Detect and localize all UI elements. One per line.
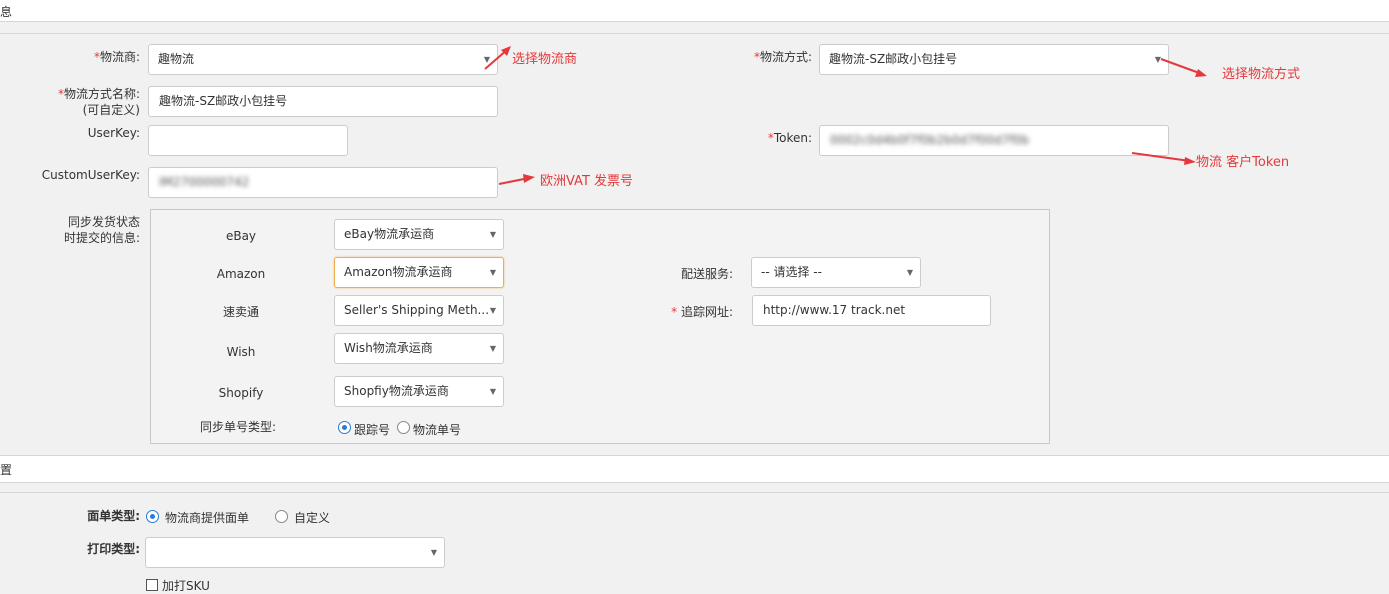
token-input[interactable]: 0002c0d4b0f7f0b2b0d7f00d7f0b <box>819 125 1169 156</box>
print-type-select[interactable]: ▼ <box>145 537 445 568</box>
sync-panel-label: 同步发货状态 时提交的信息: <box>63 215 140 245</box>
chevron-down-icon: ▼ <box>906 268 913 277</box>
chevron-down-icon: ▼ <box>489 344 496 353</box>
annotation-carrier: 选择物流商 <box>512 52 578 67</box>
annotation-method: 选择物流方式 <box>1222 67 1301 82</box>
annotation-arrow <box>498 174 535 185</box>
section-divider <box>0 492 1389 493</box>
custom-userkey-input[interactable]: IM2700000742 <box>148 167 498 198</box>
method-name-input[interactable]: 趣物流-SZ邮政小包挂号 <box>148 86 498 117</box>
radio-logistics-number[interactable] <box>397 421 410 434</box>
radio-tracking-number[interactable] <box>338 421 351 434</box>
label-type-label: 面单类型: <box>87 509 140 523</box>
carrier-label: *物流商: <box>93 50 140 64</box>
method-select[interactable]: 趣物流-SZ邮政小包挂号 ▼ <box>819 44 1169 75</box>
aliexpress-method-select[interactable]: Seller's Shipping Meth... ▼ <box>334 295 504 326</box>
tracking-url-label: * 追踪网址: <box>671 305 733 319</box>
radio-label-tracking-number: 跟踪号 <box>354 423 391 437</box>
chevron-down-icon: ▼ <box>489 306 496 315</box>
chevron-down-icon: ▼ <box>489 230 496 239</box>
radio-label-carrier-label: 物流商提供面单 <box>165 511 250 525</box>
delivery-service-label: 配送服务: <box>680 267 733 281</box>
sync-info-panel: eBay eBay物流承运商 ▼ Amazon Amazon物流承运商 ▼ 速卖通 … <box>150 209 1050 444</box>
userkey-input[interactable] <box>148 125 348 156</box>
shopify-carrier-select[interactable]: Shopfiy物流承运商 ▼ <box>334 376 504 407</box>
print-type-label: 打印类型: <box>87 542 140 556</box>
section-divider <box>0 33 1389 34</box>
radio-custom-label[interactable] <box>275 510 288 523</box>
print-sku-label: 加打SKU <box>162 579 210 593</box>
annotation-custom-userkey: 欧洲VAT 发票号 <box>540 174 634 189</box>
chevron-down-icon: ▼ <box>489 387 496 396</box>
userkey-label: UserKey: <box>87 126 140 140</box>
delivery-service-select[interactable]: -- 请选择 -- ▼ <box>751 257 921 288</box>
token-label: *Token: <box>767 131 812 145</box>
chevron-down-icon: ▼ <box>489 268 496 277</box>
method-label: *物流方式: <box>753 50 812 64</box>
chevron-down-icon: ▼ <box>430 548 437 557</box>
carrier-select[interactable]: 趣物流 ▼ <box>148 44 498 75</box>
annotation-arrow <box>1160 58 1207 77</box>
platform-label-wish: Wish <box>226 345 256 359</box>
custom-userkey-label: CustomUserKey: <box>41 168 140 182</box>
platform-label-amazon: Amazon <box>216 267 266 281</box>
section-title: 息 <box>0 5 13 19</box>
method-name-label: *物流方式名称: (可自定义) <box>57 87 140 117</box>
print-sku-checkbox[interactable] <box>146 579 158 591</box>
section-header-basic: 息 <box>0 0 1389 22</box>
platform-label-shopify: Shopify <box>218 386 264 400</box>
amazon-carrier-select[interactable]: Amazon物流承运商 ▼ <box>334 257 504 288</box>
radio-carrier-label[interactable] <box>146 510 159 523</box>
annotation-arrow <box>484 46 511 70</box>
annotation-arrow <box>1131 152 1196 165</box>
annotation-token: 物流 客户Token <box>1196 155 1290 170</box>
platform-label-aliexpress: 速卖通 <box>222 305 259 319</box>
ebay-carrier-select[interactable]: eBay物流承运商 ▼ <box>334 219 504 250</box>
radio-label-logistics-number: 物流单号 <box>413 423 462 437</box>
platform-label-ebay: eBay <box>225 229 257 243</box>
section-title: 置 <box>0 463 13 477</box>
sync-type-label: 同步单号类型: <box>199 420 276 434</box>
radio-label-custom-label: 自定义 <box>294 511 331 525</box>
wish-carrier-select[interactable]: Wish物流承运商 ▼ <box>334 333 504 364</box>
tracking-url-input[interactable]: http://www.17 track.net <box>752 295 991 326</box>
section-header-print: 置 <box>0 455 1389 483</box>
